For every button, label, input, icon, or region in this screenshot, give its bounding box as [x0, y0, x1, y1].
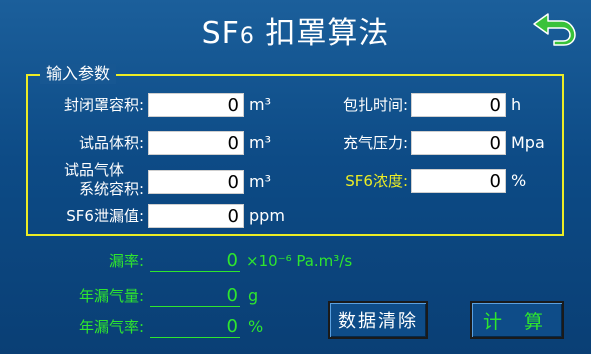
title-main: SF	[201, 16, 240, 51]
sf6-concentration-unit: %	[511, 171, 527, 190]
leak-rate-label: 漏率:	[108, 252, 144, 270]
annual-leak-rate-output: 0	[150, 316, 240, 338]
fill-pressure-field[interactable]: 0	[411, 131, 506, 155]
wrap-time-field[interactable]: 0	[411, 93, 506, 117]
gas-system-volume-field[interactable]: 0	[148, 170, 244, 194]
sf6-concentration-label: SF6浓度:	[345, 172, 408, 190]
wrap-time-label: 包扎时间:	[342, 96, 408, 114]
back-button[interactable]	[528, 8, 580, 48]
enclosure-volume-label: 封闭罩容积:	[63, 96, 144, 114]
gas-system-volume-unit: m³	[249, 172, 271, 191]
wrap-time-unit: h	[511, 95, 522, 114]
sf6-concentration-field[interactable]: 0	[411, 169, 506, 193]
sf6-leak-value-label: SF6泄漏值:	[66, 207, 144, 225]
annual-leak-rate-label: 年漏气率:	[78, 318, 144, 336]
enclosure-volume-unit: m³	[249, 95, 271, 114]
sample-volume-unit: m³	[249, 133, 271, 152]
fill-pressure-label: 充气压力:	[342, 134, 408, 152]
annual-leak-amount-unit: g	[248, 286, 259, 305]
annual-leak-rate-unit: %	[248, 317, 264, 336]
title-sub: 6	[239, 24, 255, 49]
sample-volume-label: 试品体积:	[78, 134, 144, 152]
sf6-leak-value-field[interactable]: 0	[148, 204, 244, 228]
enclosure-volume-field[interactable]: 0	[148, 93, 244, 117]
annual-leak-amount-output: 0	[150, 285, 240, 307]
gas-system-volume-label-1: 试品气体	[64, 161, 125, 179]
leak-rate-output: 0	[150, 250, 240, 272]
page-title: SF6 扣罩算法	[0, 8, 591, 52]
title-rest: 扣罩算法	[254, 16, 390, 51]
sf6-leak-value-unit: ppm	[249, 206, 285, 225]
sample-volume-field[interactable]: 0	[148, 131, 244, 155]
fill-pressure-unit: Mpa	[511, 133, 545, 152]
input-params-legend: 输入参数	[40, 64, 117, 84]
return-arrow-icon	[533, 13, 576, 46]
gas-system-volume-label-2: 系统容积:	[78, 180, 144, 198]
leak-rate-unit: ×10⁻⁶ Pa.m³/s	[246, 252, 353, 270]
annual-leak-amount-label: 年漏气量:	[78, 287, 144, 305]
calculate-button[interactable]: 计 算	[470, 301, 564, 339]
clear-data-button[interactable]: 数据清除	[328, 301, 428, 339]
